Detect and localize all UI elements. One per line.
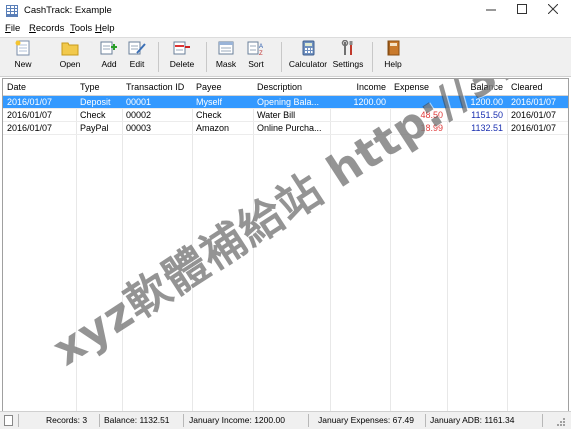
title-bar: CashTrack: Example — [0, 0, 571, 23]
column-header-date[interactable]: Date — [7, 82, 26, 92]
cell-transaction-id: 00003 — [126, 123, 152, 133]
transactions-grid[interactable]: Date Type Transaction ID Payee Descripti… — [2, 78, 569, 412]
cell-cleared: 2016/01/07 — [511, 123, 557, 133]
app-icon — [6, 5, 18, 17]
svg-text:A: A — [259, 44, 263, 50]
delete-button[interactable]: Delete — [166, 40, 198, 74]
open-button[interactable]: Open — [55, 40, 85, 74]
status-separator — [425, 414, 426, 427]
cell-date: 2016/01/07 — [7, 123, 53, 133]
delete-record-icon — [173, 41, 190, 55]
cell-cleared: 2016/01/07 — [511, 97, 557, 107]
help-button[interactable]: Help — [380, 40, 406, 74]
new-button[interactable]: New — [8, 40, 38, 74]
toolbar-separator — [158, 42, 159, 72]
cell-payee: Myself — [196, 97, 223, 107]
toolbar: New Open Add Edit Delete Mask A Z Sort C… — [0, 37, 571, 77]
folder-icon — [61, 42, 79, 56]
status-records: Records: 3 — [46, 415, 88, 425]
toolbar-separator — [281, 42, 282, 72]
close-icon — [547, 3, 559, 15]
mask-icon — [218, 41, 234, 55]
page-icon — [4, 415, 13, 426]
menu-records[interactable]: Records — [29, 23, 64, 34]
cell-type: Check — [80, 110, 106, 120]
help-book-icon — [387, 40, 400, 56]
svg-text:Z: Z — [259, 51, 263, 56]
status-january-adb: January ADB: 1161.34 — [430, 415, 515, 425]
status-separator — [18, 414, 19, 427]
new-document-icon — [15, 40, 30, 56]
minimize-icon — [486, 9, 496, 11]
edit-record-icon — [128, 41, 146, 55]
cell-transaction-id: 00001 — [126, 97, 152, 107]
toolbar-separator — [206, 42, 207, 72]
maximize-icon — [517, 4, 527, 14]
status-balance: Balance: 1132.51 — [104, 415, 170, 425]
status-january-expenses: January Expenses: 67.49 — [318, 415, 414, 425]
menu-tools[interactable]: Tools — [70, 23, 92, 34]
status-separator — [99, 414, 100, 427]
column-header-transaction-id[interactable]: Transaction ID — [126, 82, 184, 92]
status-separator — [542, 414, 543, 427]
cell-transaction-id: 00002 — [126, 110, 152, 120]
menu-bar: File Records Tools Help — [0, 22, 571, 36]
toolbar-separator — [372, 42, 373, 72]
calculator-button[interactable]: Calculator — [288, 40, 328, 74]
close-button[interactable] — [542, 1, 564, 21]
add-button[interactable]: Add — [96, 40, 122, 74]
cell-payee: Check — [196, 110, 222, 120]
resize-grip-icon[interactable] — [556, 417, 566, 427]
row-divider — [3, 134, 568, 135]
minimize-button[interactable] — [480, 1, 502, 21]
column-header-type[interactable]: Type — [80, 82, 100, 92]
menu-file[interactable]: File — [5, 23, 20, 34]
sort-button[interactable]: A Z Sort — [243, 40, 269, 74]
cell-cleared: 2016/01/07 — [511, 110, 557, 120]
cell-type: Deposit — [80, 97, 111, 107]
cell-type: PayPal — [80, 123, 109, 133]
calculator-icon — [302, 40, 315, 56]
table-row[interactable]: 2016/01/07 PayPal 00003 Amazon Online Pu… — [3, 122, 568, 134]
window-title: CashTrack: Example — [24, 5, 112, 16]
column-header-description[interactable]: Description — [257, 82, 302, 92]
settings-button[interactable]: Settings — [332, 40, 364, 74]
edit-button[interactable]: Edit — [124, 40, 150, 74]
status-separator — [183, 414, 184, 427]
sort-icon: A Z — [247, 41, 263, 56]
cell-payee: Amazon — [196, 123, 230, 133]
maximize-button[interactable] — [511, 1, 533, 21]
cell-date: 2016/01/07 — [7, 110, 53, 120]
column-header-payee[interactable]: Payee — [196, 82, 222, 92]
tools-icon — [341, 40, 353, 55]
cell-date: 2016/01/07 — [7, 97, 53, 107]
mask-button[interactable]: Mask — [212, 40, 240, 74]
cell-description: Online Purcha... — [257, 123, 322, 133]
menu-help[interactable]: Help — [95, 23, 115, 34]
status-bar: Records: 3 Balance: 1132.51 January Inco… — [0, 411, 571, 429]
add-record-icon — [100, 41, 117, 55]
column-header-income[interactable]: Income — [334, 82, 386, 92]
cell-description: Water Bill — [257, 110, 296, 120]
status-separator — [308, 414, 309, 427]
status-january-income: January Income: 1200.00 — [189, 415, 285, 425]
cell-description: Opening Bala... — [257, 97, 320, 107]
